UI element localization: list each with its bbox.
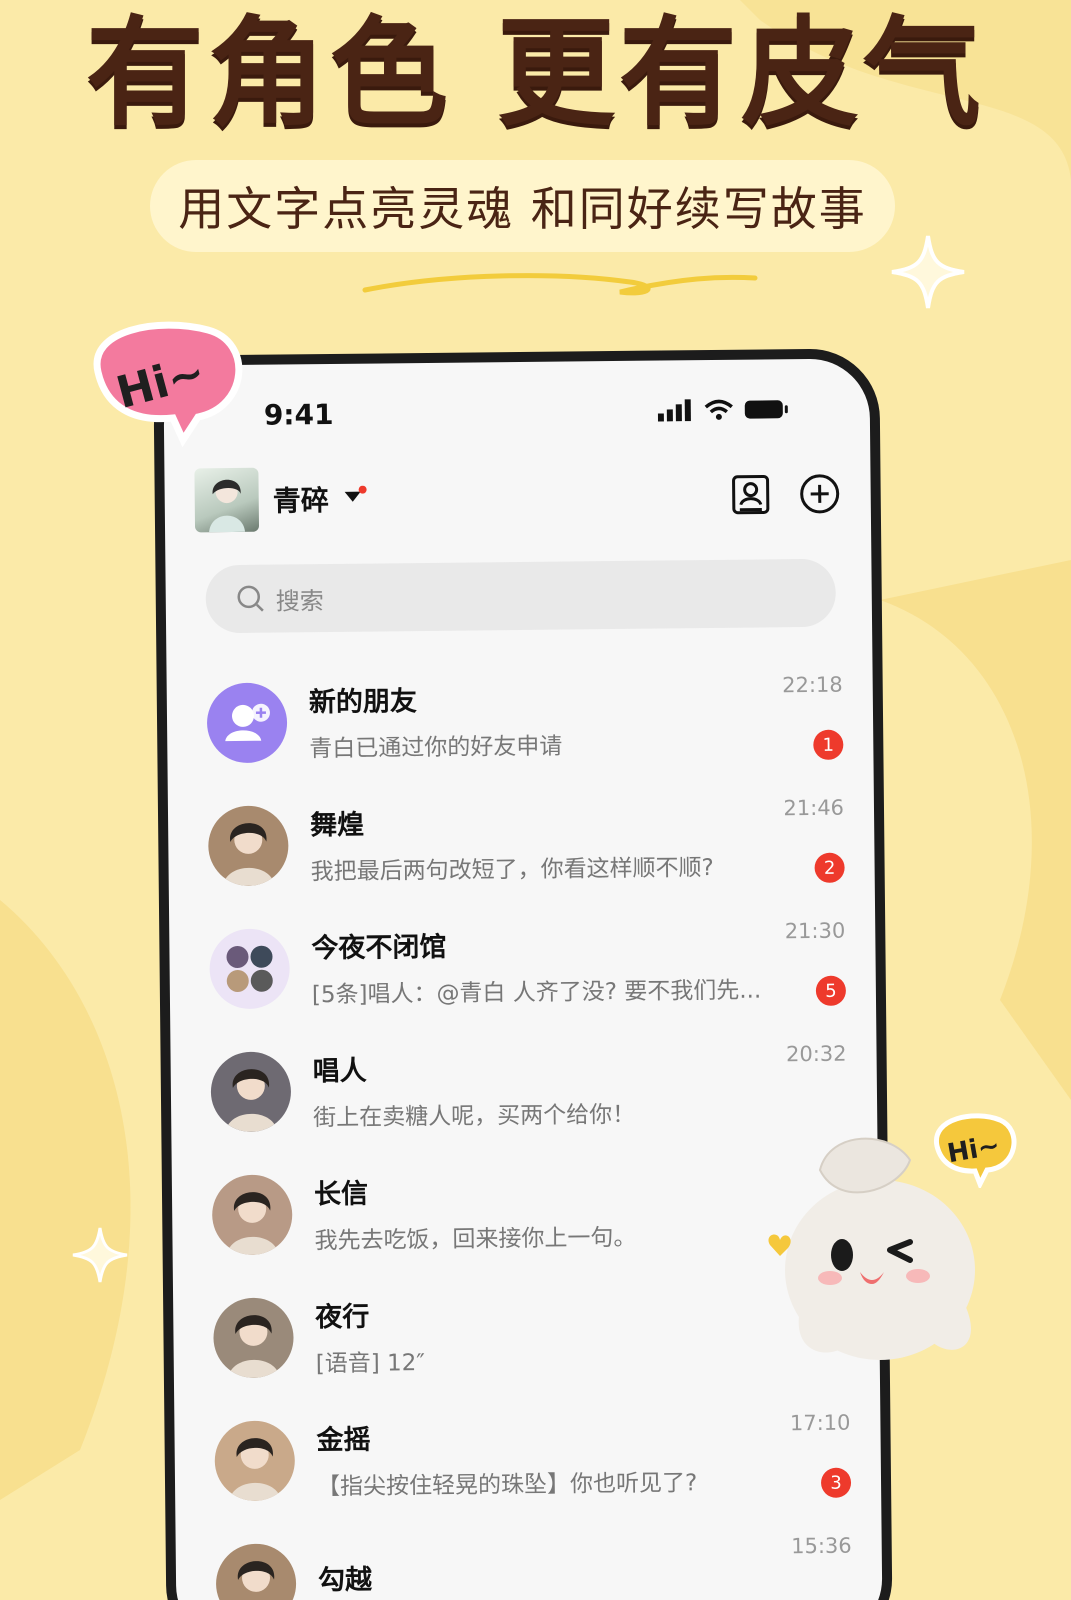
group-avatar-icon: [226, 945, 273, 992]
chat-time: 22:18: [782, 672, 843, 698]
chat-meta: 15:36: [791, 1534, 852, 1600]
signal-icon: [657, 399, 691, 422]
chat-body: 舞煌我把最后两句改短了，你看这样顺不顺?: [310, 798, 845, 887]
chat-time: 20:32: [785, 1041, 847, 1067]
search-icon: [237, 585, 264, 612]
unread-badge: 3: [820, 1467, 852, 1498]
chat-row[interactable]: 长信 我先去吃饭，回来接你上一句。: [211, 1147, 849, 1277]
chat-body: 金摇【指尖按住轻晃的珠坠】你也听见了?: [316, 1413, 851, 1502]
chat-avatar: [207, 804, 289, 886]
chat-name: 新的朋友: [308, 686, 418, 719]
chat-meta: 17:10 3: [789, 1410, 852, 1499]
chat-time: 17:10: [789, 1410, 851, 1436]
status-icons: [657, 398, 790, 422]
avatar[interactable]: [194, 467, 260, 533]
chat-row[interactable]: 今夜不闭馆 [5条]唱人：@青白 人齐了没? 要不我们先... 21:30 5: [209, 901, 847, 1031]
chat-name: 金摇: [316, 1424, 371, 1457]
search-input[interactable]: 搜索: [205, 558, 837, 634]
chat-row[interactable]: 唱人街上在卖糖人呢，买两个给你！ 20:32: [210, 1024, 847, 1154]
unread-badge: 2: [814, 852, 845, 883]
phone-mockup: 9:41 青碎 搜索 新的朋友 青白已通过你的好友申请 22:18 1 舞煌 我…: [153, 348, 893, 1600]
chat-meta: 22:18 1: [782, 672, 844, 761]
hi-bubble-left: Hi~: [93, 321, 243, 447]
chat-body: 今夜不闭馆 [5条]唱人：@青白 人齐了没? 要不我们先...: [311, 921, 846, 1010]
unread-badge: 1: [813, 729, 844, 760]
chat-preview: 青白已通过你的好友申请: [309, 733, 563, 763]
chat-avatar: [206, 681, 288, 763]
chat-row[interactable]: 舞煌 我把最后两句改短了，你看这样顺不顺? 21:46 2: [207, 778, 845, 908]
portrait-icon: [226, 1191, 279, 1255]
chat-preview: [5条]唱人：@青白 人齐了没? 要不我们先...: [311, 977, 762, 1009]
chat-list: 新的朋友 青白已通过你的好友申请 22:18 1 舞煌 我把最后两句改短了，你看这样顺不顺…: [206, 655, 852, 1600]
squiggle-decoration: [362, 273, 758, 296]
chat-time: 21:46: [783, 795, 845, 821]
chat-row[interactable]: 新的朋友 青白已通过你的好友申请 22:18 1: [206, 655, 844, 785]
chat-header: 青碎: [194, 459, 841, 536]
phone-screen: 9:41 青碎 搜索 新的朋友 青白已通过你的好友申请 22:18 1 舞煌 我…: [163, 358, 883, 1600]
promo-subtitle-text: 用文字点亮灵魂 和同好续写故事: [178, 182, 867, 236]
status-time: 9:41: [263, 397, 334, 432]
portrait-icon: [225, 1068, 278, 1132]
portrait-icon: [229, 1437, 282, 1501]
chat-preview: 我先去吃饭，回来接你上一句。: [314, 1224, 637, 1255]
contacts-icon[interactable]: [730, 473, 770, 515]
chat-name: 勾越: [317, 1564, 373, 1597]
account-switch-dropdown[interactable]: [343, 485, 369, 512]
add-icon[interactable]: [798, 473, 840, 515]
chat-avatar: [215, 1542, 297, 1600]
chat-time: 15:36: [791, 1533, 852, 1559]
chat-name: 今夜不闭馆: [311, 931, 447, 965]
caret-down-icon: [344, 485, 367, 502]
sparkle-icon: [891, 235, 965, 309]
chat-preview: 【指尖按住轻晃的珠坠】你也听见了?: [316, 1470, 698, 1501]
status-bar: 9:41: [164, 388, 870, 435]
chat-meta: 21:30 5: [784, 918, 847, 1007]
chat-body: 勾越: [318, 1553, 852, 1600]
promo-headline: 有角色 更有皮气: [85, 4, 986, 142]
chat-avatar: [210, 1050, 292, 1132]
chat-preview: 街上在卖糖人呢，买两个给你！: [313, 1101, 636, 1132]
username[interactable]: 青碎: [273, 479, 329, 520]
chat-preview: [语音] 12″: [315, 1350, 426, 1378]
chat-body: 新的朋友青白已通过你的好友申请: [309, 675, 844, 764]
portrait-icon: [222, 822, 275, 886]
unread-badge: 5: [815, 975, 847, 1006]
battery-icon: [744, 400, 788, 419]
hi-bubble-right: Hi~: [934, 1113, 1017, 1188]
portrait-icon: [238, 1560, 275, 1592]
wifi-icon: [704, 399, 733, 420]
chat-meta: 21:46 2: [783, 795, 845, 884]
avatar-portrait: [209, 479, 246, 533]
chat-name: 唱人: [312, 1055, 367, 1088]
chat-avatar: [214, 1419, 296, 1501]
portrait-icon: [227, 1314, 280, 1378]
chat-row[interactable]: 金摇 【指尖按住轻晃的珠坠】你也听见了? 17:10 3: [214, 1393, 852, 1523]
sparkle-icon: [72, 1227, 128, 1283]
chat-name: 舞煌: [309, 809, 365, 842]
chat-avatar: [211, 1173, 293, 1255]
chat-avatar: [209, 927, 291, 1009]
search-placeholder: 搜索: [275, 586, 324, 616]
chat-row[interactable]: 夜行 [语音] 12″: [213, 1270, 850, 1400]
chat-time: 21:30: [784, 918, 846, 944]
chat-preview: 我把最后两句改短了，你看这样顺不顺?: [310, 854, 714, 886]
chat-avatar: [213, 1296, 294, 1378]
promo-subtitle: 用文字点亮灵魂 和同好续写故事: [150, 160, 895, 252]
chat-row[interactable]: 勾越 15:36: [215, 1516, 852, 1600]
add-friend-icon: [225, 703, 270, 741]
